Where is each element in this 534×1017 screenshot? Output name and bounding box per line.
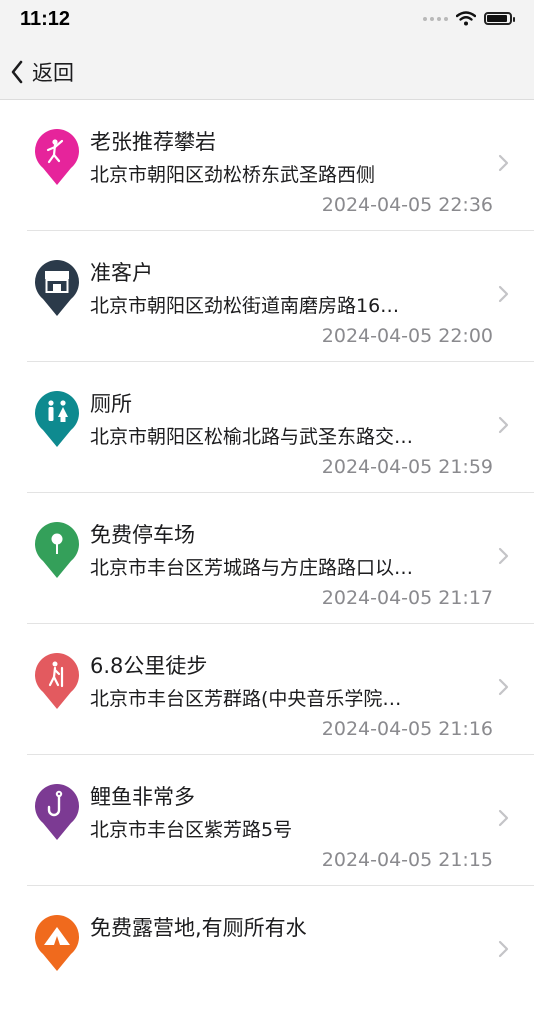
item-title: 厕所 — [90, 392, 132, 416]
chevron-right-icon — [498, 940, 509, 958]
item-time: 2024-04-05 22:36 — [321, 194, 493, 216]
status-time: 11:12 — [20, 8, 71, 30]
chevron-right-icon — [498, 154, 509, 172]
pin-icon — [35, 522, 79, 578]
status-bar: 11:12 — [0, 0, 534, 44]
item-title: 老张推荐攀岩 — [90, 130, 216, 154]
item-address: 北京市丰台区紫芳路5号 — [90, 819, 293, 841]
hiking-icon — [35, 653, 79, 709]
item-address: 北京市朝阳区劲松街道南磨房路16… — [90, 295, 400, 317]
item-address: 北京市丰台区芳城路与方庄路路口以… — [90, 557, 414, 579]
fishing-hook-icon — [35, 784, 79, 840]
list-item[interactable]: 厕所 北京市朝阳区松榆北路与武圣东路交… 2024-04-05 21:59 — [0, 362, 534, 493]
list-item[interactable]: 老张推荐攀岩 北京市朝阳区劲松桥东武圣路西侧 2024-04-05 22:36 — [0, 100, 534, 231]
nav-bar: 返回 — [0, 44, 534, 100]
item-time: 2024-04-05 22:00 — [321, 325, 493, 347]
battery-icon — [484, 12, 515, 25]
chevron-left-icon — [11, 60, 23, 84]
chevron-right-icon — [498, 809, 509, 827]
item-title: 6.8公里徒步 — [90, 654, 208, 678]
back-button[interactable]: 返回 — [10, 44, 74, 100]
tent-icon — [35, 915, 79, 971]
list-item[interactable]: 准客户 北京市朝阳区劲松街道南磨房路16… 2024-04-05 22:00 — [0, 231, 534, 362]
item-address: 北京市朝阳区松榆北路与武圣东路交… — [90, 426, 414, 448]
climbing-icon — [35, 129, 79, 185]
list-item[interactable]: 鲤鱼非常多 北京市丰台区紫芳路5号 2024-04-05 21:15 — [0, 755, 534, 886]
item-time: 2024-04-05 21:15 — [321, 849, 493, 871]
signal-dots-icon — [423, 16, 448, 21]
item-time: 2024-04-05 21:16 — [321, 718, 493, 740]
item-title: 准客户 — [90, 261, 153, 285]
item-time: 2024-04-05 21:17 — [321, 587, 493, 609]
chevron-right-icon — [498, 678, 509, 696]
wifi-icon — [456, 11, 476, 26]
item-title: 免费露营地,有厕所有水 — [90, 916, 307, 940]
toilet-icon — [35, 391, 79, 447]
back-label: 返回 — [32, 61, 74, 85]
chevron-right-icon — [498, 416, 509, 434]
place-list: 老张推荐攀岩 北京市朝阳区劲松桥东武圣路西侧 2024-04-05 22:36 … — [0, 100, 534, 1017]
status-icons — [423, 11, 515, 26]
item-time: 2024-04-05 21:59 — [321, 456, 493, 478]
chevron-right-icon — [498, 547, 509, 565]
item-title: 鲤鱼非常多 — [90, 785, 195, 809]
item-address: 北京市丰台区芳群路(中央音乐学院… — [90, 688, 402, 710]
item-address: 北京市朝阳区劲松桥东武圣路西侧 — [90, 164, 376, 186]
list-item[interactable]: 免费停车场 北京市丰台区芳城路与方庄路路口以… 2024-04-05 21:17 — [0, 493, 534, 624]
list-item[interactable]: 免费露营地,有厕所有水 — [0, 886, 534, 1017]
item-title: 免费停车场 — [90, 523, 195, 547]
chevron-right-icon — [498, 285, 509, 303]
list-item[interactable]: 6.8公里徒步 北京市丰台区芳群路(中央音乐学院… 2024-04-05 21:… — [0, 624, 534, 755]
shop-icon — [35, 260, 79, 316]
